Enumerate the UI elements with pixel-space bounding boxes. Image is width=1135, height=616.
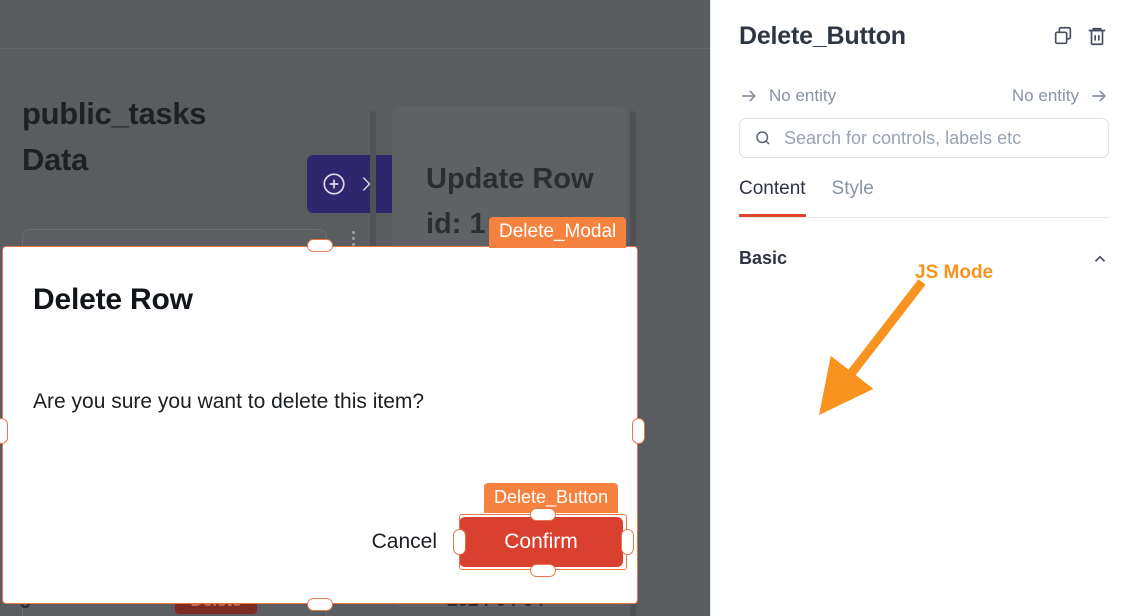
button-resize-handle-bottom[interactable]: [530, 564, 556, 577]
delete-modal[interactable]: Delete Row Are you sure you want to dele…: [2, 246, 638, 604]
annotation-arrow-icon: [800, 276, 980, 426]
modal-resize-handle-left[interactable]: [0, 418, 8, 444]
modal-action-bar: Cancel Confirm: [372, 517, 623, 567]
next-entity-label: No entity: [1012, 86, 1079, 106]
cancel-button[interactable]: Cancel: [372, 530, 437, 554]
confirm-button[interactable]: Confirm: [459, 517, 623, 567]
search-input[interactable]: [784, 128, 1108, 149]
tab-content[interactable]: Content: [739, 178, 806, 217]
previous-entity[interactable]: No entity: [739, 86, 836, 106]
app-canvas: public_tasks Data Search...: [0, 0, 710, 616]
entity-navigation-row: No entity No entity: [739, 82, 1109, 110]
button-resize-handle-top[interactable]: [530, 508, 556, 521]
panel-header: Delete_Button: [711, 0, 1135, 72]
plus-circle-icon: [321, 171, 347, 197]
table-options-kebab-icon[interactable]: [352, 231, 355, 246]
panel-title: Delete_Button: [739, 22, 1046, 51]
arrow-right-icon: [739, 86, 759, 106]
button-resize-handle-right[interactable]: [621, 529, 634, 555]
arrow-right-icon: [1089, 86, 1109, 106]
search-icon: [754, 129, 772, 147]
app-root: public_tasks Data Search...: [0, 0, 1135, 616]
modal-title: Delete Row: [33, 283, 193, 317]
button-resize-handle-left[interactable]: [453, 529, 466, 555]
modal-body-text: Are you sure you want to delete this ite…: [33, 390, 424, 414]
panel-search-field[interactable]: [739, 118, 1109, 158]
tasks-widget-title: public_tasks Data: [22, 91, 272, 183]
modal-resize-handle-bottom[interactable]: [307, 598, 333, 611]
previous-entity-label: No entity: [769, 86, 836, 106]
basic-section-title: Basic: [739, 248, 787, 269]
modal-resize-handle-right[interactable]: [632, 418, 645, 444]
modal-name-chip[interactable]: Delete_Modal: [489, 217, 626, 248]
copy-icon[interactable]: [1046, 19, 1080, 53]
panel-tabs: Content Style: [739, 178, 1109, 218]
next-entity[interactable]: No entity: [1012, 86, 1109, 106]
js-mode-annotation-label: JS Mode: [915, 262, 993, 284]
tab-style[interactable]: Style: [832, 178, 874, 217]
modal-resize-handle-top[interactable]: [307, 239, 333, 252]
trash-icon[interactable]: [1080, 19, 1114, 53]
chevron-up-icon[interactable]: [1091, 250, 1109, 268]
delete-modal-wrapper: Delete Row Are you sure you want to dele…: [2, 246, 638, 604]
